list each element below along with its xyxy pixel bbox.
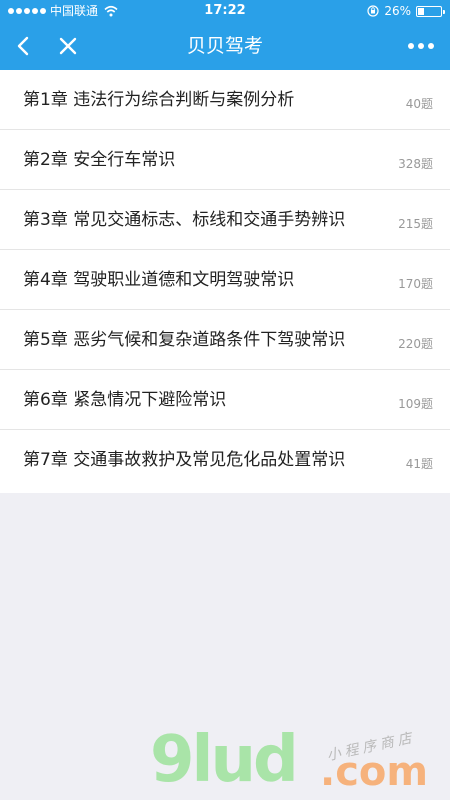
status-bar: 中国联通 17:22 26% bbox=[0, 0, 450, 22]
nav-bar: 贝贝驾考 bbox=[0, 22, 450, 70]
close-icon[interactable] bbox=[54, 32, 82, 60]
chapter-title: 第3章 常见交通标志、标线和交通手势辨识 bbox=[23, 210, 346, 230]
chapter-item[interactable]: 第2章 安全行车常识 328题 bbox=[0, 130, 450, 190]
orientation-lock-icon bbox=[367, 5, 379, 17]
chapter-item[interactable]: 第7章 交通事故救护及常见危化品处置常识 41题 bbox=[0, 430, 450, 493]
chapter-list: 第1章 违法行为综合判断与案例分析 40题第2章 安全行车常识 328题第3章 常见… bbox=[0, 70, 450, 493]
question-count: 215题 bbox=[398, 217, 433, 231]
chapter-item[interactable]: 第3章 常见交通标志、标线和交通手势辨识 215题 bbox=[0, 190, 450, 250]
question-count: 41题 bbox=[405, 457, 433, 471]
chapter-title: 第6章 紧急情况下避险常识 bbox=[23, 390, 227, 410]
chapter-title: 第4章 驾驶职业道德和文明驾驶常识 bbox=[23, 270, 295, 290]
battery-percent: 26% bbox=[384, 4, 411, 18]
question-count: 109题 bbox=[398, 397, 433, 411]
chapter-item[interactable]: 第1章 违法行为综合判断与案例分析 40题 bbox=[0, 70, 450, 130]
chapter-item[interactable]: 第6章 紧急情况下避险常识 109题 bbox=[0, 370, 450, 430]
chapter-title: 第1章 违法行为综合判断与案例分析 bbox=[23, 90, 295, 110]
battery-icon bbox=[416, 5, 445, 17]
chapter-title: 第7章 交通事故救护及常见危化品处置常识 bbox=[23, 450, 346, 470]
more-dots-icon[interactable] bbox=[404, 32, 438, 60]
watermark-logo: 9lud bbox=[150, 723, 299, 797]
chevron-left-icon[interactable] bbox=[10, 32, 38, 60]
question-count: 328题 bbox=[398, 157, 433, 171]
chapter-title: 第5章 恶劣气候和复杂道路条件下驾驶常识 bbox=[23, 330, 346, 350]
status-right: 26% bbox=[367, 0, 445, 22]
header-bar: 中国联通 17:22 26% 贝贝驾考 bbox=[0, 0, 450, 70]
chapter-item[interactable]: 第5章 恶劣气候和复杂道路条件下驾驶常识 220题 bbox=[0, 310, 450, 370]
question-count: 170题 bbox=[398, 277, 433, 291]
chapter-title: 第2章 安全行车常识 bbox=[23, 150, 176, 170]
chapter-item[interactable]: 第4章 驾驶职业道德和文明驾驶常识 170题 bbox=[0, 250, 450, 310]
battery-fill bbox=[418, 7, 424, 15]
question-count: 220题 bbox=[398, 337, 433, 351]
question-count: 40题 bbox=[405, 97, 433, 111]
watermark: 9lud .com 小程序商店 bbox=[150, 728, 450, 800]
